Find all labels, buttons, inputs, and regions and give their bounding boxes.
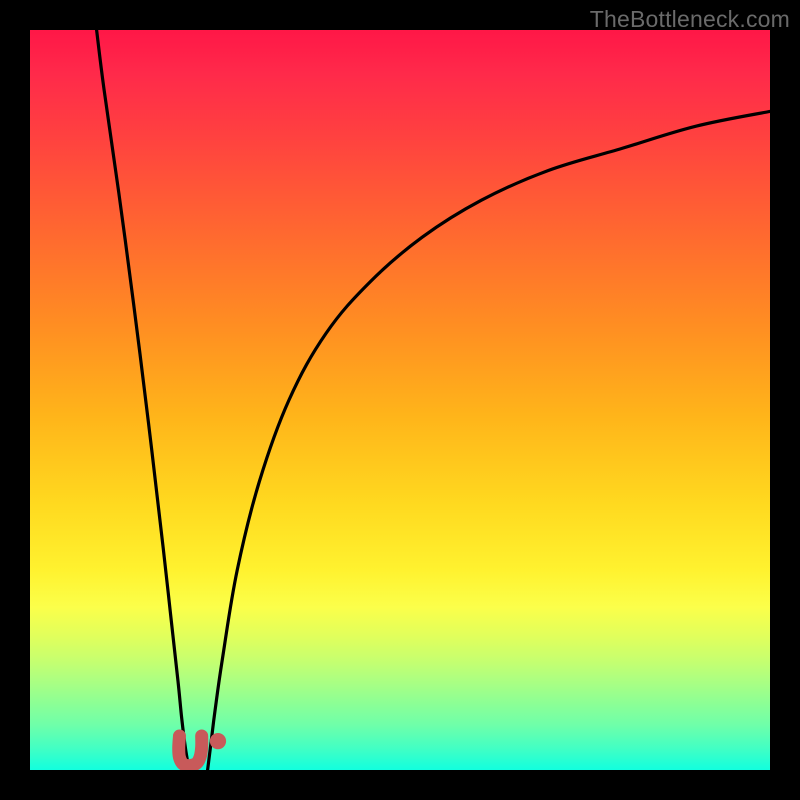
chart-frame: TheBottleneck.com (0, 0, 800, 800)
left-curve (97, 30, 190, 770)
marker-dots (210, 733, 226, 749)
watermark-text: TheBottleneck.com (590, 6, 790, 33)
right-curve (208, 111, 770, 770)
marker-dot (210, 733, 226, 749)
u-marker (179, 736, 202, 766)
curve-layer (30, 30, 770, 770)
plot-area (30, 30, 770, 770)
